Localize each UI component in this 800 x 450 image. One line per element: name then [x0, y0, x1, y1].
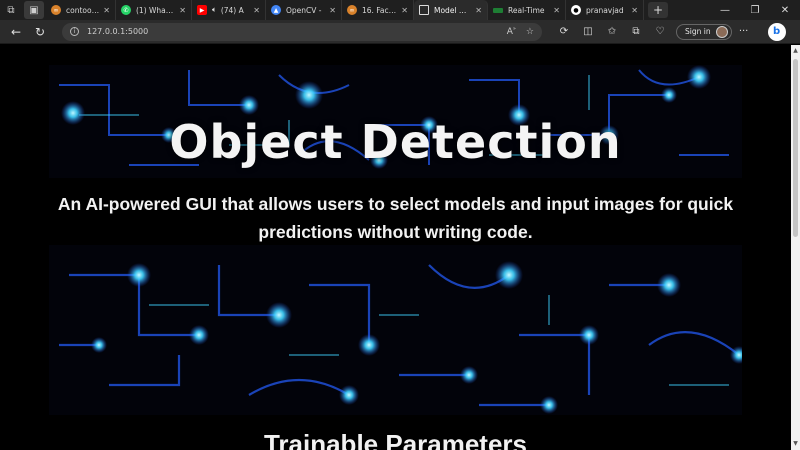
speaker-icon[interactable]: 🔈︎ — [212, 5, 217, 15]
tab-favicon-icon: ∞ — [51, 5, 61, 15]
window-controls: — ❐ ✕ — [710, 5, 800, 16]
tab-favicon-icon: ∞ — [347, 5, 357, 15]
url-text[interactable]: 127.0.0.1:5000 — [87, 27, 497, 36]
workspaces-icon[interactable]: ⧉ — [0, 0, 22, 20]
restore-icon[interactable]: ❐ — [740, 5, 770, 16]
page-title: Object Detection — [169, 115, 622, 169]
bing-copilot-icon[interactable]: b — [767, 22, 786, 41]
scrollbar-thumb[interactable] — [793, 59, 798, 237]
page-viewport: Object Detection An AI-powered GUI that … — [0, 45, 791, 450]
close-icon[interactable]: ✕ — [253, 6, 260, 15]
tab-favicon-icon: ▲ — [271, 5, 281, 15]
tab-title: pranavjad — [586, 5, 624, 15]
tab-title: Real-Time — [508, 5, 545, 15]
tab-title: (1) WhatsA — [136, 5, 176, 15]
hero-background-image — [49, 245, 742, 415]
close-icon[interactable]: ✕ — [179, 6, 186, 15]
browser-tab[interactable]: ● pranavjad ✕ — [566, 0, 644, 20]
close-icon[interactable]: ✕ — [553, 6, 560, 15]
tab-title: Model GUI — [434, 5, 472, 15]
browser-tab[interactable]: Real-Time ✕ — [488, 0, 566, 20]
browser-tab[interactable]: ∞ 16. Face ar ✕ — [342, 0, 414, 20]
split-screen-icon[interactable]: ◫ — [576, 26, 600, 37]
sign-in-label: Sign in — [685, 27, 711, 36]
page-scrollbar[interactable]: ▲ ▼ — [791, 45, 800, 450]
tab-favicon-icon — [419, 5, 429, 15]
tab-title: 16. Face ar — [362, 5, 397, 15]
avatar — [715, 25, 728, 38]
page-description: An AI-powered GUI that allows users to s… — [57, 194, 734, 242]
section-heading: Trainable Parameters — [263, 429, 528, 450]
read-aloud-icon[interactable]: A» — [507, 26, 516, 37]
favorite-star-icon[interactable]: ☆ — [526, 27, 534, 37]
tab-favicon-icon: ▶ — [197, 5, 207, 15]
tab-title: OpenCV - — [286, 5, 322, 15]
github-icon: ● — [571, 5, 581, 15]
tab-title: contoors.ip — [66, 5, 99, 15]
minimize-icon[interactable]: — — [710, 5, 740, 16]
tab-favicon-icon: ✆ — [121, 5, 131, 15]
back-arrow-icon[interactable]: ← — [4, 21, 28, 43]
scroll-up-icon[interactable]: ▲ — [792, 47, 799, 55]
close-icon[interactable]: ✕ — [475, 6, 482, 15]
browser-essentials-icon[interactable]: ♡ — [648, 26, 672, 37]
tab-strip: ⧉ ▣ ∞ contoors.ip ✕ ✆ (1) WhatsA ✕ ▶ 🔈︎ … — [0, 0, 800, 20]
close-icon[interactable]: ✕ — [329, 6, 336, 15]
browser-tab[interactable]: ✆ (1) WhatsA ✕ — [116, 0, 192, 20]
browser-tab[interactable]: ▲ OpenCV - ✕ — [266, 0, 342, 20]
browser-toolbar: ← ↻ i 127.0.0.1:5000 A» ☆ ⟳ ◫ ✩ ⧉ ♡ Sign… — [0, 20, 800, 44]
close-window-icon[interactable]: ✕ — [770, 5, 800, 16]
address-bar[interactable]: i 127.0.0.1:5000 A» ☆ — [62, 22, 542, 41]
tab-title: (74) A — [220, 5, 244, 15]
refresh-icon[interactable]: ↻ — [28, 21, 52, 43]
browser-tab[interactable]: ∞ contoors.ip ✕ — [46, 0, 116, 20]
sign-in-button[interactable]: Sign in — [676, 23, 732, 40]
extensions-icon[interactable]: ⟳ — [552, 26, 576, 37]
tab-actions-icon[interactable]: ▣ — [24, 1, 44, 19]
new-tab-button[interactable]: + — [648, 2, 668, 18]
scroll-down-icon[interactable]: ▼ — [792, 440, 799, 448]
close-icon[interactable]: ✕ — [103, 6, 110, 15]
tab-favicon-icon — [493, 7, 503, 13]
browser-tab-active[interactable]: Model GUI ✕ — [414, 0, 488, 20]
more-options-icon[interactable]: ··· — [732, 26, 756, 37]
favorites-icon[interactable]: ✩ — [600, 26, 624, 37]
close-icon[interactable]: ✕ — [401, 6, 408, 15]
close-icon[interactable]: ✕ — [631, 6, 638, 15]
site-info-icon[interactable]: i — [70, 27, 79, 36]
collections-icon[interactable]: ⧉ — [624, 26, 648, 37]
browser-tab[interactable]: ▶ 🔈︎ (74) A ✕ — [192, 0, 266, 20]
